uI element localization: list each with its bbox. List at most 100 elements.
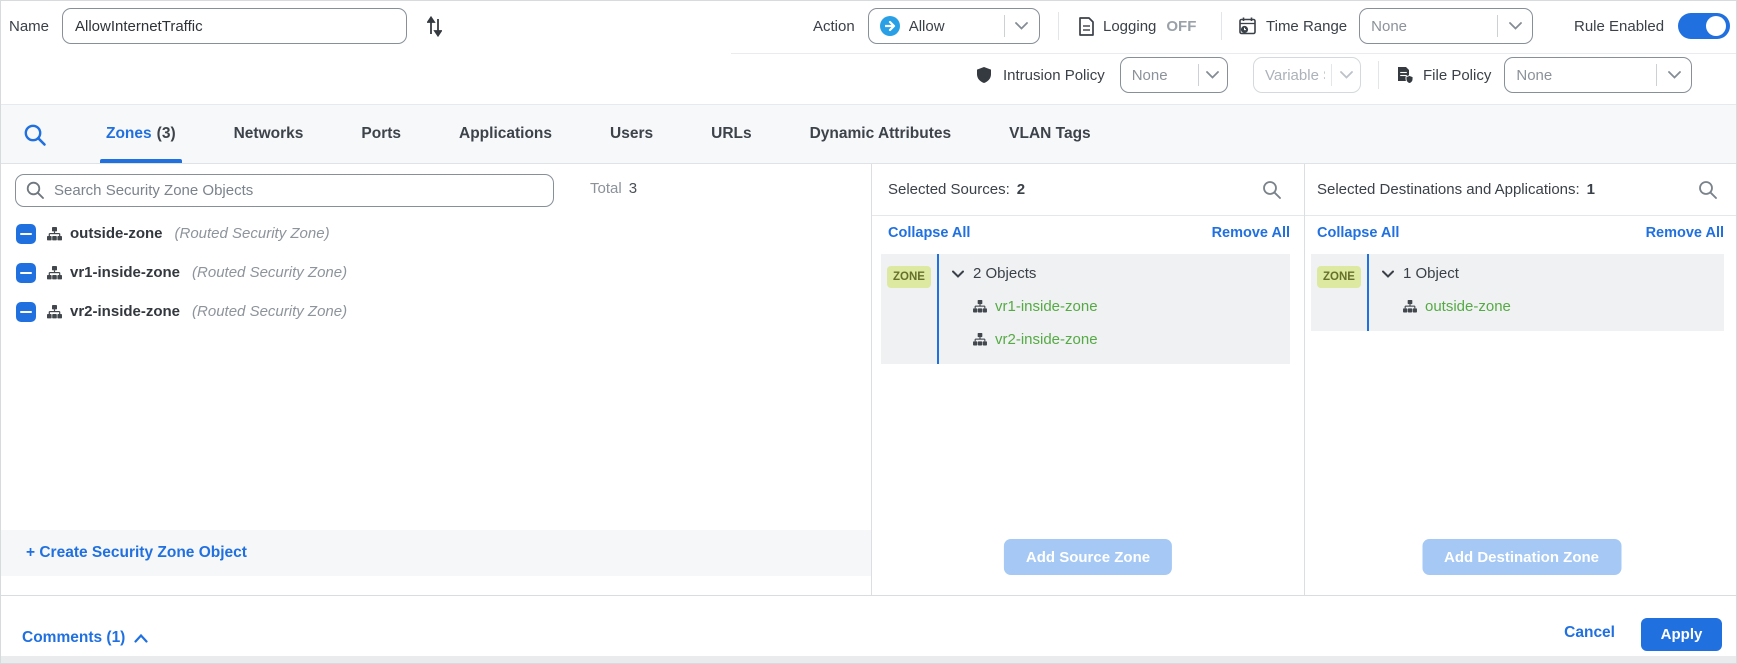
selected-object-row[interactable]: vr2-inside-zone (973, 331, 1282, 348)
destinations-selection-box: ZONE 1 Object (1311, 254, 1724, 331)
tab-ports[interactable]: Ports (361, 105, 401, 163)
selected-sources-panel: Selected Sources: 2 Collapse All Remove … (872, 164, 1305, 595)
file-policy-value: None (1516, 67, 1650, 84)
chevron-down-icon (1332, 71, 1360, 79)
name-group: Name (9, 7, 442, 45)
zone-row-vr1-inside-zone[interactable]: vr1-inside-zone (Routed Security Zone) (1, 253, 871, 292)
create-security-zone-link[interactable]: + Create Security Zone Object (26, 544, 247, 562)
security-zone-icon (1403, 300, 1417, 313)
security-zone-icon (973, 300, 987, 313)
chevron-up-icon (134, 634, 148, 643)
rule-name-input[interactable] (62, 8, 407, 44)
destinations-count: 1 (1587, 181, 1595, 198)
destinations-group-expander[interactable]: 1 Object (1382, 265, 1716, 282)
allow-action-icon (880, 16, 900, 36)
file-policy-dropdown[interactable]: None (1504, 57, 1692, 93)
time-range-dropdown[interactable]: None (1359, 8, 1533, 44)
intrusion-policy-dropdown[interactable]: None (1120, 57, 1228, 93)
tab-row: Zones (3) Networks Ports Applications Us… (106, 105, 1091, 163)
add-source-zone-button[interactable]: Add Source Zone (1004, 539, 1172, 575)
comments-toggle[interactable]: Comments (1) (22, 629, 148, 647)
rule-enabled-toggle[interactable] (1678, 13, 1730, 39)
chevron-down-icon (1005, 22, 1039, 30)
security-zone-icon (47, 266, 62, 280)
sources-selection-box: ZONE 2 Objects (881, 254, 1290, 364)
file-policy-icon (1398, 67, 1413, 84)
zone-row-outside-zone[interactable]: outside-zone (Routed Security Zone) (1, 214, 871, 253)
sources-objects: 2 Objects vr1-inside (939, 254, 1290, 364)
sources-count: 2 (1017, 181, 1025, 198)
tab-vlan-tags[interactable]: VLAN Tags (1009, 105, 1091, 163)
zone-list: outside-zone (Routed Security Zone) (1, 214, 871, 331)
action-dropdown[interactable]: Allow (868, 8, 1040, 44)
rule-enabled-label: Rule Enabled (1574, 18, 1664, 35)
divider (1378, 61, 1379, 89)
search-icon[interactable] (23, 123, 47, 147)
total-count: Total 3 (590, 180, 637, 197)
action-label: Action (813, 18, 855, 35)
variable-set-group: Variable Set (1253, 56, 1361, 94)
destinations-objects: 1 Object outside-zon (1369, 254, 1724, 331)
divider (1221, 12, 1222, 40)
create-zone-bar: + Create Security Zone Object (1, 530, 871, 576)
zone-search-box (15, 174, 554, 207)
dialog-footer: Comments (1) Cancel Apply (1, 595, 1736, 658)
bottom-strip (1, 656, 1736, 663)
tab-dynamic-attributes[interactable]: Dynamic Attributes (810, 105, 952, 163)
security-zone-icon (973, 333, 987, 346)
checkbox-indeterminate[interactable] (16, 263, 36, 283)
search-icon[interactable] (1262, 180, 1282, 200)
time-range-value: None (1371, 18, 1491, 35)
search-icon[interactable] (1698, 180, 1718, 200)
selected-object-row[interactable]: vr1-inside-zone (973, 298, 1282, 315)
security-zone-icon (47, 305, 62, 319)
zone-badge-column: ZONE (1311, 254, 1369, 331)
time-range-group: Time Range None (1239, 7, 1533, 45)
apply-button[interactable]: Apply (1641, 618, 1722, 651)
sources-group-expander[interactable]: 2 Objects (952, 265, 1282, 282)
zone-type-badge: ZONE (1317, 266, 1361, 288)
tab-applications[interactable]: Applications (459, 105, 552, 163)
logging-group[interactable]: Logging OFF (1079, 7, 1196, 45)
remove-all-link[interactable]: Remove All (1212, 225, 1290, 241)
file-policy-group: File Policy None (1398, 56, 1692, 94)
search-icon (26, 181, 45, 200)
cancel-button[interactable]: Cancel (1564, 624, 1615, 642)
toggle-knob (1706, 16, 1726, 36)
zone-search-input[interactable] (54, 182, 543, 199)
add-destination-zone-button[interactable]: Add Destination Zone (1422, 539, 1621, 575)
selected-object-row[interactable]: outside-zone (1403, 298, 1716, 315)
intrusion-policy-label: Intrusion Policy (1003, 67, 1105, 84)
time-range-label: Time Range (1266, 18, 1347, 35)
divider (731, 53, 1736, 54)
logging-label: Logging (1103, 18, 1156, 35)
selected-destinations-panel: Selected Destinations and Applications: … (1305, 164, 1737, 595)
criteria-tabbar: Zones (3) Networks Ports Applications Us… (1, 104, 1736, 164)
chevron-down-icon (952, 270, 964, 278)
collapse-all-link[interactable]: Collapse All (1317, 225, 1399, 241)
tab-networks[interactable]: Networks (234, 105, 304, 163)
destinations-links-row: Collapse All Remove All (1305, 225, 1737, 241)
tab-urls[interactable]: URLs (711, 105, 751, 163)
intrusion-policy-group: Intrusion Policy None (977, 56, 1228, 94)
destinations-title: Selected Destinations and Applications: (1317, 181, 1580, 198)
chevron-down-icon (1382, 270, 1394, 278)
checkbox-indeterminate[interactable] (16, 224, 36, 244)
chevron-down-icon (1498, 22, 1532, 30)
collapse-all-link[interactable]: Collapse All (888, 225, 970, 241)
tab-users[interactable]: Users (610, 105, 653, 163)
variable-set-value: Variable Set (1265, 67, 1325, 84)
sources-group-label: 2 Objects (973, 265, 1036, 282)
security-zone-icon (47, 227, 62, 241)
checkbox-indeterminate[interactable] (16, 302, 36, 322)
zone-type-badge: ZONE (887, 266, 931, 288)
remove-all-link[interactable]: Remove All (1646, 225, 1724, 241)
tab-zones[interactable]: Zones (3) (106, 105, 176, 163)
zone-row-vr2-inside-zone[interactable]: vr2-inside-zone (Routed Security Zone) (1, 292, 871, 331)
sort-order-icon[interactable] (427, 16, 442, 37)
sources-links-row: Collapse All Remove All (872, 225, 1304, 241)
variable-set-dropdown[interactable]: Variable Set (1253, 57, 1361, 93)
destinations-group-label: 1 Object (1403, 265, 1459, 282)
zone-badge-column: ZONE (881, 254, 939, 364)
file-policy-label: File Policy (1423, 67, 1491, 84)
